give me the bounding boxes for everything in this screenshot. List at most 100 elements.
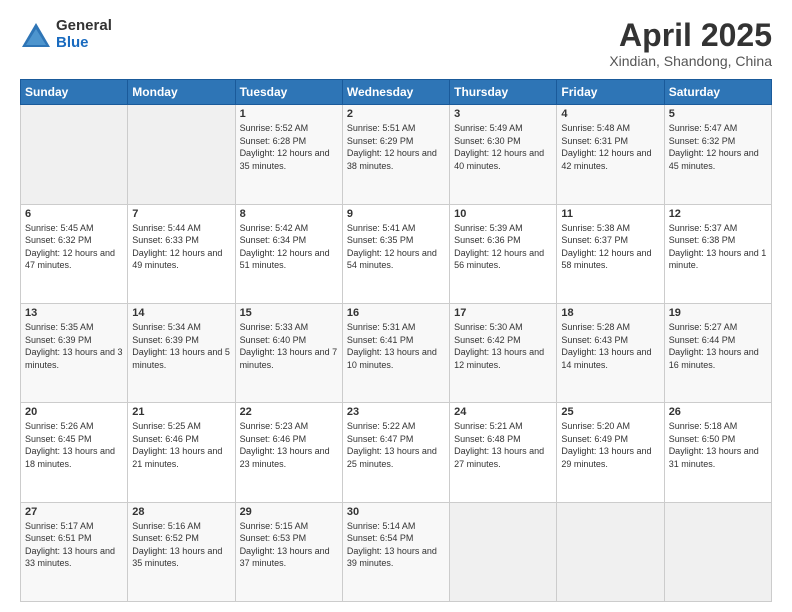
header-wednesday: Wednesday — [342, 80, 449, 105]
day-number: 20 — [25, 406, 123, 418]
calendar-cell: 23 Sunrise: 5:22 AMSunset: 6:47 PMDaylig… — [342, 403, 449, 502]
calendar-cell — [664, 502, 771, 601]
day-info: Sunrise: 5:45 AMSunset: 6:32 PMDaylight:… — [25, 223, 115, 271]
calendar-cell: 21 Sunrise: 5:25 AMSunset: 6:46 PMDaylig… — [128, 403, 235, 502]
day-number: 30 — [347, 506, 445, 518]
logo-icon — [20, 21, 52, 49]
day-number: 24 — [454, 406, 552, 418]
calendar-week-4: 20 Sunrise: 5:26 AMSunset: 6:45 PMDaylig… — [21, 403, 772, 502]
calendar-cell: 12 Sunrise: 5:37 AMSunset: 6:38 PMDaylig… — [664, 204, 771, 303]
day-info: Sunrise: 5:35 AMSunset: 6:39 PMDaylight:… — [25, 322, 123, 370]
calendar-cell: 30 Sunrise: 5:14 AMSunset: 6:54 PMDaylig… — [342, 502, 449, 601]
calendar-cell: 16 Sunrise: 5:31 AMSunset: 6:41 PMDaylig… — [342, 303, 449, 402]
day-info: Sunrise: 5:27 AMSunset: 6:44 PMDaylight:… — [669, 322, 759, 370]
day-info: Sunrise: 5:44 AMSunset: 6:33 PMDaylight:… — [132, 223, 222, 271]
calendar-subtitle: Xindian, Shandong, China — [609, 53, 772, 69]
calendar-cell: 15 Sunrise: 5:33 AMSunset: 6:40 PMDaylig… — [235, 303, 342, 402]
day-info: Sunrise: 5:18 AMSunset: 6:50 PMDaylight:… — [669, 421, 759, 469]
calendar-cell: 9 Sunrise: 5:41 AMSunset: 6:35 PMDayligh… — [342, 204, 449, 303]
day-number: 16 — [347, 307, 445, 319]
day-number: 3 — [454, 108, 552, 120]
day-number: 14 — [132, 307, 230, 319]
calendar-cell: 25 Sunrise: 5:20 AMSunset: 6:49 PMDaylig… — [557, 403, 664, 502]
calendar-cell: 10 Sunrise: 5:39 AMSunset: 6:36 PMDaylig… — [450, 204, 557, 303]
calendar-cell: 1 Sunrise: 5:52 AMSunset: 6:28 PMDayligh… — [235, 105, 342, 204]
calendar-cell: 26 Sunrise: 5:18 AMSunset: 6:50 PMDaylig… — [664, 403, 771, 502]
day-number: 6 — [25, 208, 123, 220]
header-saturday: Saturday — [664, 80, 771, 105]
logo: General Blue — [20, 18, 112, 51]
day-info: Sunrise: 5:25 AMSunset: 6:46 PMDaylight:… — [132, 421, 222, 469]
calendar-header-row: Sunday Monday Tuesday Wednesday Thursday… — [21, 80, 772, 105]
day-info: Sunrise: 5:39 AMSunset: 6:36 PMDaylight:… — [454, 223, 544, 271]
calendar-cell: 8 Sunrise: 5:42 AMSunset: 6:34 PMDayligh… — [235, 204, 342, 303]
calendar-table: Sunday Monday Tuesday Wednesday Thursday… — [20, 79, 772, 602]
day-info: Sunrise: 5:21 AMSunset: 6:48 PMDaylight:… — [454, 421, 544, 469]
header-thursday: Thursday — [450, 80, 557, 105]
logo-general-text: General — [56, 18, 112, 35]
day-info: Sunrise: 5:16 AMSunset: 6:52 PMDaylight:… — [132, 521, 222, 569]
day-info: Sunrise: 5:49 AMSunset: 6:30 PMDaylight:… — [454, 123, 544, 171]
calendar-cell: 24 Sunrise: 5:21 AMSunset: 6:48 PMDaylig… — [450, 403, 557, 502]
calendar-cell: 11 Sunrise: 5:38 AMSunset: 6:37 PMDaylig… — [557, 204, 664, 303]
day-info: Sunrise: 5:37 AMSunset: 6:38 PMDaylight:… — [669, 223, 767, 271]
calendar-week-3: 13 Sunrise: 5:35 AMSunset: 6:39 PMDaylig… — [21, 303, 772, 402]
day-info: Sunrise: 5:26 AMSunset: 6:45 PMDaylight:… — [25, 421, 115, 469]
calendar-cell: 27 Sunrise: 5:17 AMSunset: 6:51 PMDaylig… — [21, 502, 128, 601]
day-number: 2 — [347, 108, 445, 120]
calendar-cell: 6 Sunrise: 5:45 AMSunset: 6:32 PMDayligh… — [21, 204, 128, 303]
day-number: 19 — [669, 307, 767, 319]
day-info: Sunrise: 5:41 AMSunset: 6:35 PMDaylight:… — [347, 223, 437, 271]
calendar-cell: 13 Sunrise: 5:35 AMSunset: 6:39 PMDaylig… — [21, 303, 128, 402]
day-info: Sunrise: 5:42 AMSunset: 6:34 PMDaylight:… — [240, 223, 330, 271]
page-header: General Blue April 2025 Xindian, Shandon… — [20, 18, 772, 69]
day-number: 28 — [132, 506, 230, 518]
calendar-cell: 17 Sunrise: 5:30 AMSunset: 6:42 PMDaylig… — [450, 303, 557, 402]
day-info: Sunrise: 5:34 AMSunset: 6:39 PMDaylight:… — [132, 322, 230, 370]
day-info: Sunrise: 5:47 AMSunset: 6:32 PMDaylight:… — [669, 123, 759, 171]
day-info: Sunrise: 5:23 AMSunset: 6:46 PMDaylight:… — [240, 421, 330, 469]
day-info: Sunrise: 5:48 AMSunset: 6:31 PMDaylight:… — [561, 123, 651, 171]
day-number: 17 — [454, 307, 552, 319]
header-sunday: Sunday — [21, 80, 128, 105]
day-info: Sunrise: 5:31 AMSunset: 6:41 PMDaylight:… — [347, 322, 437, 370]
calendar-week-2: 6 Sunrise: 5:45 AMSunset: 6:32 PMDayligh… — [21, 204, 772, 303]
day-number: 22 — [240, 406, 338, 418]
day-number: 13 — [25, 307, 123, 319]
calendar-cell: 22 Sunrise: 5:23 AMSunset: 6:46 PMDaylig… — [235, 403, 342, 502]
day-number: 5 — [669, 108, 767, 120]
calendar-cell: 4 Sunrise: 5:48 AMSunset: 6:31 PMDayligh… — [557, 105, 664, 204]
day-info: Sunrise: 5:14 AMSunset: 6:54 PMDaylight:… — [347, 521, 437, 569]
calendar-week-5: 27 Sunrise: 5:17 AMSunset: 6:51 PMDaylig… — [21, 502, 772, 601]
calendar-cell — [128, 105, 235, 204]
day-number: 7 — [132, 208, 230, 220]
calendar-cell: 18 Sunrise: 5:28 AMSunset: 6:43 PMDaylig… — [557, 303, 664, 402]
day-number: 1 — [240, 108, 338, 120]
day-number: 21 — [132, 406, 230, 418]
day-info: Sunrise: 5:28 AMSunset: 6:43 PMDaylight:… — [561, 322, 651, 370]
day-number: 10 — [454, 208, 552, 220]
day-number: 15 — [240, 307, 338, 319]
day-info: Sunrise: 5:22 AMSunset: 6:47 PMDaylight:… — [347, 421, 437, 469]
day-number: 26 — [669, 406, 767, 418]
logo-blue-text: Blue — [56, 35, 112, 52]
calendar-cell: 14 Sunrise: 5:34 AMSunset: 6:39 PMDaylig… — [128, 303, 235, 402]
calendar-cell — [21, 105, 128, 204]
calendar-cell: 3 Sunrise: 5:49 AMSunset: 6:30 PMDayligh… — [450, 105, 557, 204]
day-number: 27 — [25, 506, 123, 518]
header-friday: Friday — [557, 80, 664, 105]
calendar-cell: 19 Sunrise: 5:27 AMSunset: 6:44 PMDaylig… — [664, 303, 771, 402]
calendar-title: April 2025 — [609, 18, 772, 53]
calendar-cell — [450, 502, 557, 601]
calendar-cell — [557, 502, 664, 601]
header-tuesday: Tuesday — [235, 80, 342, 105]
day-info: Sunrise: 5:52 AMSunset: 6:28 PMDaylight:… — [240, 123, 330, 171]
day-number: 4 — [561, 108, 659, 120]
day-info: Sunrise: 5:33 AMSunset: 6:40 PMDaylight:… — [240, 322, 338, 370]
logo-text: General Blue — [56, 18, 112, 51]
day-info: Sunrise: 5:51 AMSunset: 6:29 PMDaylight:… — [347, 123, 437, 171]
day-number: 12 — [669, 208, 767, 220]
day-number: 25 — [561, 406, 659, 418]
day-info: Sunrise: 5:20 AMSunset: 6:49 PMDaylight:… — [561, 421, 651, 469]
day-info: Sunrise: 5:15 AMSunset: 6:53 PMDaylight:… — [240, 521, 330, 569]
